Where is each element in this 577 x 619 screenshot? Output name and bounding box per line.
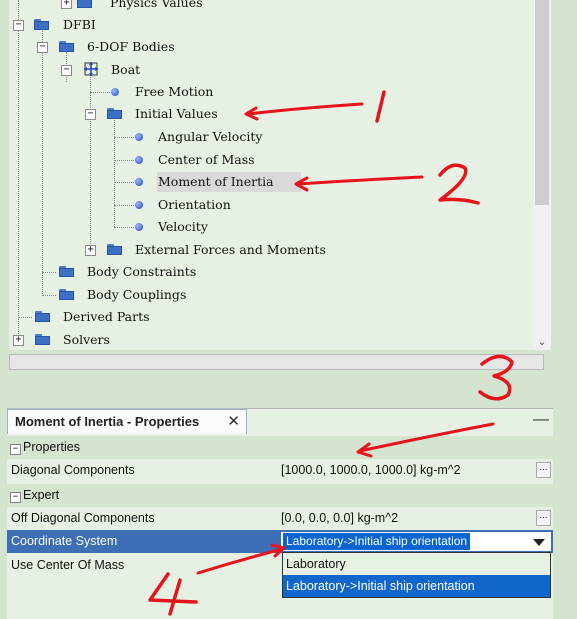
tree-item-body-constraints[interactable]: Body Constraints	[9, 262, 529, 282]
tree-scrollbar[interactable]: ⌄	[533, 0, 551, 350]
minimize-icon[interactable]: —	[533, 412, 549, 428]
tree-item-velocity[interactable]: Velocity	[9, 217, 529, 237]
collapse-icon[interactable]: −	[85, 109, 96, 120]
scrollbar-thumb[interactable]	[535, 0, 549, 205]
expand-icon[interactable]: +	[61, 0, 72, 9]
coordinate-system-select[interactable]: Laboratory->Initial ship orientation	[281, 532, 551, 551]
dot-icon	[135, 201, 143, 209]
dot-icon	[111, 88, 119, 96]
coordinate-system-dropdown[interactable]: Laboratory Laboratory->Initial ship orie…	[282, 552, 551, 598]
collapse-icon[interactable]: −	[61, 65, 72, 76]
tree-item-center-of-mass[interactable]: Center of Mass	[9, 150, 529, 170]
property-name: Off Diagonal Components	[11, 511, 155, 525]
property-value[interactable]: [1000.0, 1000.0, 1000.0] kg-m^2	[281, 459, 461, 482]
folder-icon	[34, 19, 49, 30]
tree-item-solvers[interactable]: + Solvers	[9, 330, 529, 350]
folder-icon	[59, 289, 74, 300]
rigid-body-icon	[84, 62, 98, 76]
tree-item-boat[interactable]: − Boat	[9, 60, 529, 80]
property-value[interactable]: [0.0, 0.0, 0.0] kg-m^2	[281, 507, 398, 530]
section-properties[interactable]: − Properties	[7, 436, 553, 459]
tree-item-body-couplings[interactable]: Body Couplings	[9, 285, 529, 305]
folder-icon	[35, 311, 50, 322]
horizontal-scrollbar[interactable]	[9, 354, 544, 370]
dot-icon	[135, 223, 143, 231]
select-value: Laboratory->Initial ship orientation	[283, 533, 471, 550]
property-name: Coordinate System	[11, 534, 118, 548]
folder-icon	[59, 266, 74, 277]
dropdown-option-laboratory[interactable]: Laboratory	[283, 553, 550, 575]
tab-title: Moment of Inertia - Properties	[15, 414, 200, 429]
folder-icon	[77, 0, 92, 8]
property-row-off-diagonal[interactable]: Off Diagonal Components [0.0, 0.0, 0.0] …	[7, 507, 553, 530]
edit-button[interactable]: ...	[536, 510, 551, 526]
dot-icon	[135, 133, 143, 141]
tree-item-derived-parts[interactable]: Derived Parts	[9, 307, 529, 327]
section-expert[interactable]: − Expert	[7, 484, 553, 507]
folder-icon	[59, 41, 74, 52]
tree-item-6dof-bodies[interactable]: − 6-DOF Bodies	[9, 37, 529, 57]
property-name: Use Center Of Mass	[11, 558, 125, 572]
dot-icon	[135, 178, 143, 186]
tree-item-physics-values[interactable]: + Physics Values	[9, 0, 529, 13]
tab-properties[interactable]: Moment of Inertia - Properties ✕	[7, 409, 247, 434]
tree-item-free-motion[interactable]: Free Motion	[9, 82, 529, 102]
close-icon[interactable]: ✕	[227, 410, 240, 434]
tree-item-dfbi[interactable]: − DFBI	[9, 15, 529, 35]
dot-icon	[135, 156, 143, 164]
folder-icon	[35, 334, 50, 345]
dropdown-option-initial-ship-orientation[interactable]: Laboratory->Initial ship orientation	[283, 575, 550, 597]
scroll-down-icon[interactable]: ⌄	[536, 336, 548, 348]
collapse-icon[interactable]: −	[10, 492, 21, 503]
tree-item-orientation[interactable]: Orientation	[9, 195, 529, 215]
property-row-coordinate-system[interactable]: Coordinate System Laboratory->Initial sh…	[7, 530, 553, 553]
tree-item-external-forces[interactable]: + External Forces and Moments	[9, 240, 529, 260]
chevron-down-icon[interactable]	[533, 539, 545, 546]
expand-icon[interactable]: +	[13, 335, 24, 346]
folder-icon	[107, 108, 122, 119]
property-row-diagonal[interactable]: Diagonal Components [1000.0, 1000.0, 100…	[7, 459, 553, 482]
tree-item-initial-values[interactable]: − Initial Values	[9, 104, 529, 124]
tree-item-angular-velocity[interactable]: Angular Velocity	[9, 127, 529, 147]
property-name: Diagonal Components	[11, 463, 135, 477]
collapse-icon[interactable]: −	[10, 444, 21, 455]
collapse-icon[interactable]: −	[13, 20, 24, 31]
tree-item-moment-of-inertia[interactable]: Moment of Inertia	[9, 172, 529, 192]
simulation-tree[interactable]: + Physics Values − DFBI − 6-DOF Bodies −…	[9, 0, 533, 350]
expand-icon[interactable]: +	[85, 245, 96, 256]
folder-icon	[107, 244, 122, 255]
edit-button[interactable]: ...	[536, 462, 551, 478]
collapse-icon[interactable]: −	[37, 42, 48, 53]
